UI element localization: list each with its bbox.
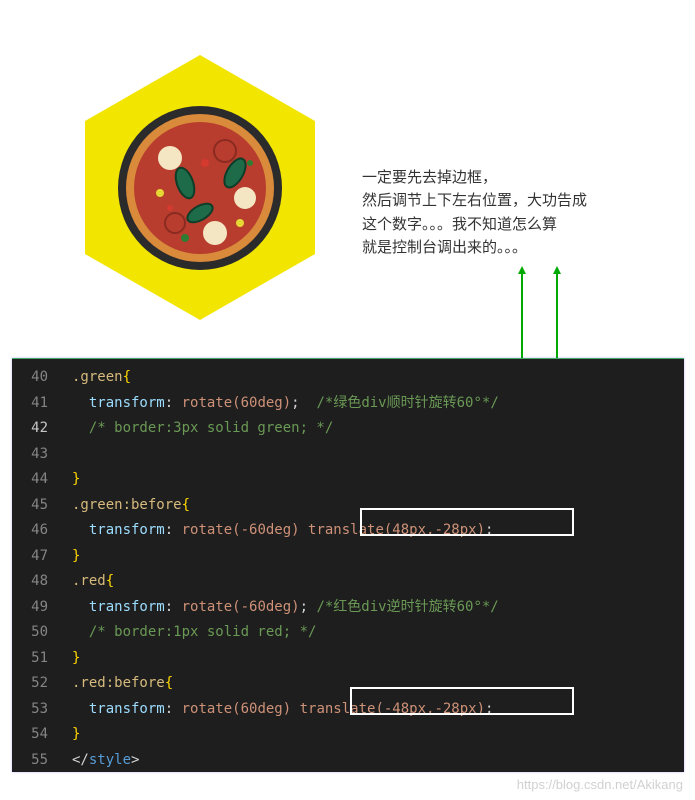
line-number: 43 — [12, 442, 60, 468]
code-line: .red{ — [72, 569, 676, 595]
line-number: 47 — [12, 544, 60, 570]
code-editor: 40 41 42 43 44 45 46 47 48 49 50 51 52 5… — [12, 358, 684, 772]
line-number: 50 — [12, 620, 60, 646]
annotation-line: 一定要先去掉边框， — [362, 166, 587, 189]
line-number: 52 — [12, 671, 60, 697]
line-number: 55 — [12, 748, 60, 773]
watermark: https://blog.csdn.net/Akikang — [517, 777, 683, 792]
hexagon-pizza-image — [85, 55, 315, 320]
highlight-box-2 — [350, 687, 574, 715]
line-number: 41 — [12, 391, 60, 417]
annotation-text: 一定要先去掉边框， 然后调节上下左右位置，大功告成 这个数字。。。我不知道怎么算… — [362, 166, 587, 259]
annotation-line: 然后调节上下左右位置，大功告成 — [362, 189, 587, 212]
code-line: transform: rotate(-60deg); /*红色div逆时针旋转6… — [72, 595, 676, 621]
line-number-current: 42 — [12, 416, 60, 442]
code-line: } — [72, 467, 676, 493]
annotation-line: 这个数字。。。我不知道怎么算 — [362, 213, 587, 236]
line-number: 49 — [12, 595, 60, 621]
code-line: } — [72, 646, 676, 672]
line-gutter: 40 41 42 43 44 45 46 47 48 49 50 51 52 5… — [12, 365, 60, 772]
code-line: /* border:1px solid red; */ — [72, 620, 676, 646]
code-line: } — [72, 722, 676, 748]
code-line: .green{ — [72, 365, 676, 391]
line-number: 45 — [12, 493, 60, 519]
highlight-box-1 — [360, 508, 574, 536]
code-line: </style> — [72, 748, 676, 773]
line-number: 51 — [12, 646, 60, 672]
line-number: 48 — [12, 569, 60, 595]
line-number: 54 — [12, 722, 60, 748]
code-line: } — [72, 544, 676, 570]
annotation-line: 就是控制台调出来的。。。 — [362, 236, 587, 259]
code-line: /* border:3px solid green; */ — [72, 416, 676, 442]
line-number: 40 — [12, 365, 60, 391]
line-number: 46 — [12, 518, 60, 544]
line-number: 53 — [12, 697, 60, 723]
code-line: transform: rotate(60deg); /*绿色div顺时针旋转60… — [72, 391, 676, 417]
code-line — [72, 442, 676, 468]
line-number: 44 — [12, 467, 60, 493]
